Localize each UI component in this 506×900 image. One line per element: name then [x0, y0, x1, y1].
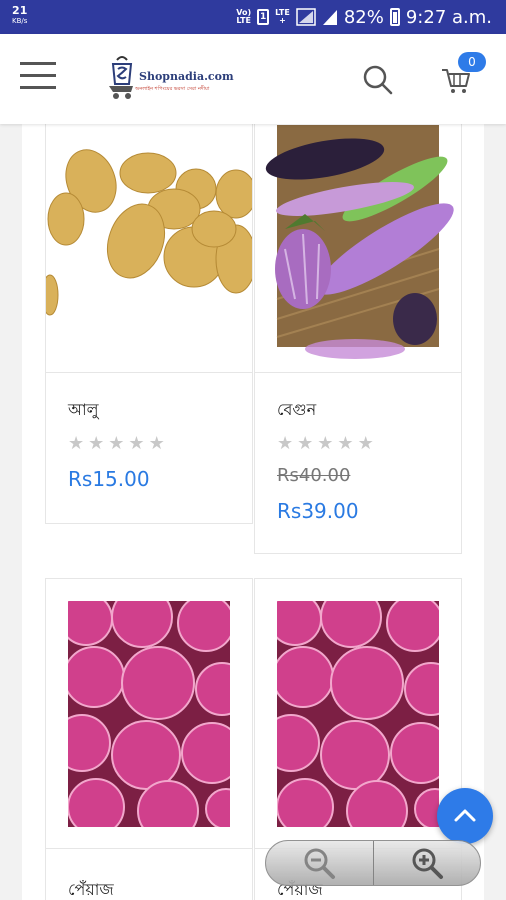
logo-tagline: অনলাইন শপিংয়ের ভরসা সেরা নদীয়া	[135, 86, 210, 92]
shop-logo[interactable]: Shopnadia.com অনলাইন শপিংয়ের ভরসা সেরা …	[107, 54, 237, 100]
product-image[interactable]	[255, 579, 461, 849]
battery-icon	[389, 8, 400, 26]
eggplants-image	[255, 124, 461, 372]
product-grid: আলু ★ ★ ★ ★ ★ Rs15.00 বেগুন ★ ★ ★ ★ ★ Rs…	[22, 124, 484, 900]
signal-icon	[296, 8, 316, 26]
star-icon: ★	[68, 433, 85, 454]
network-speed: 21 KB/s	[12, 5, 27, 27]
battery-percent: 82%	[343, 6, 384, 28]
network-speed-unit: KB/s	[12, 17, 28, 25]
product-price: Rs15.00	[68, 467, 150, 491]
rating-stars: ★ ★ ★ ★ ★	[68, 435, 165, 453]
signal-icon-2	[322, 10, 337, 25]
star-icon: ★	[128, 433, 145, 454]
search-button[interactable]	[362, 64, 394, 96]
sim-icon: 1	[257, 9, 270, 25]
status-bar: 21 KB/s Vo) LTE 1 LTE + 82% 9:27 a.m.	[0, 0, 506, 34]
rating-stars: ★ ★ ★ ★ ★	[277, 435, 374, 453]
product-card[interactable]: আলু ★ ★ ★ ★ ★ Rs15.00	[45, 124, 253, 524]
product-name[interactable]: আলু	[68, 397, 99, 424]
star-icon: ★	[317, 433, 334, 454]
star-icon: ★	[337, 433, 354, 454]
zoom-out-button[interactable]	[266, 841, 374, 885]
logo-bag-icon	[109, 56, 133, 99]
zoom-control	[265, 840, 481, 886]
cart-count-badge: 0	[458, 52, 486, 72]
product-image[interactable]	[255, 124, 461, 373]
star-icon: ★	[277, 433, 294, 454]
clock: 9:27 a.m.	[405, 6, 492, 28]
product-card[interactable]: বেগুন ★ ★ ★ ★ ★ Rs40.00 Rs39.00	[254, 124, 462, 554]
status-icons: Vo) LTE 1 LTE + 82% 9:27 a.m.	[236, 6, 492, 28]
menu-button[interactable]	[20, 60, 56, 90]
star-icon: ★	[357, 433, 374, 454]
product-name[interactable]: বেগুন	[277, 397, 316, 424]
star-icon: ★	[297, 433, 314, 454]
search-icon	[363, 65, 393, 95]
star-icon: ★	[108, 433, 125, 454]
lte-icon: LTE +	[275, 8, 290, 25]
zoom-in-button[interactable]	[374, 841, 481, 885]
onions-image	[46, 579, 252, 848]
product-price: Rs39.00	[277, 499, 359, 523]
chevron-up-icon	[454, 809, 476, 822]
product-image[interactable]	[46, 579, 252, 849]
scroll-top-button[interactable]	[437, 788, 493, 844]
onions-image	[255, 579, 461, 848]
product-image[interactable]	[46, 124, 252, 373]
product-card[interactable]: পেঁয়াজ	[45, 578, 253, 900]
star-icon: ★	[88, 433, 105, 454]
volte-icon: Vo) LTE	[236, 8, 252, 25]
zoom-in-icon	[412, 848, 443, 879]
app-header: Shopnadia.com অনলাইন শপিংয়ের ভরসা সেরা …	[0, 34, 506, 124]
zoom-out-icon	[304, 848, 336, 879]
star-icon: ★	[148, 433, 165, 454]
potatoes-image	[46, 124, 252, 372]
product-old-price: Rs40.00	[277, 465, 351, 486]
logo-name: Shopnadia.com	[139, 70, 234, 83]
product-name[interactable]: পেঁয়াজ	[68, 877, 114, 900]
